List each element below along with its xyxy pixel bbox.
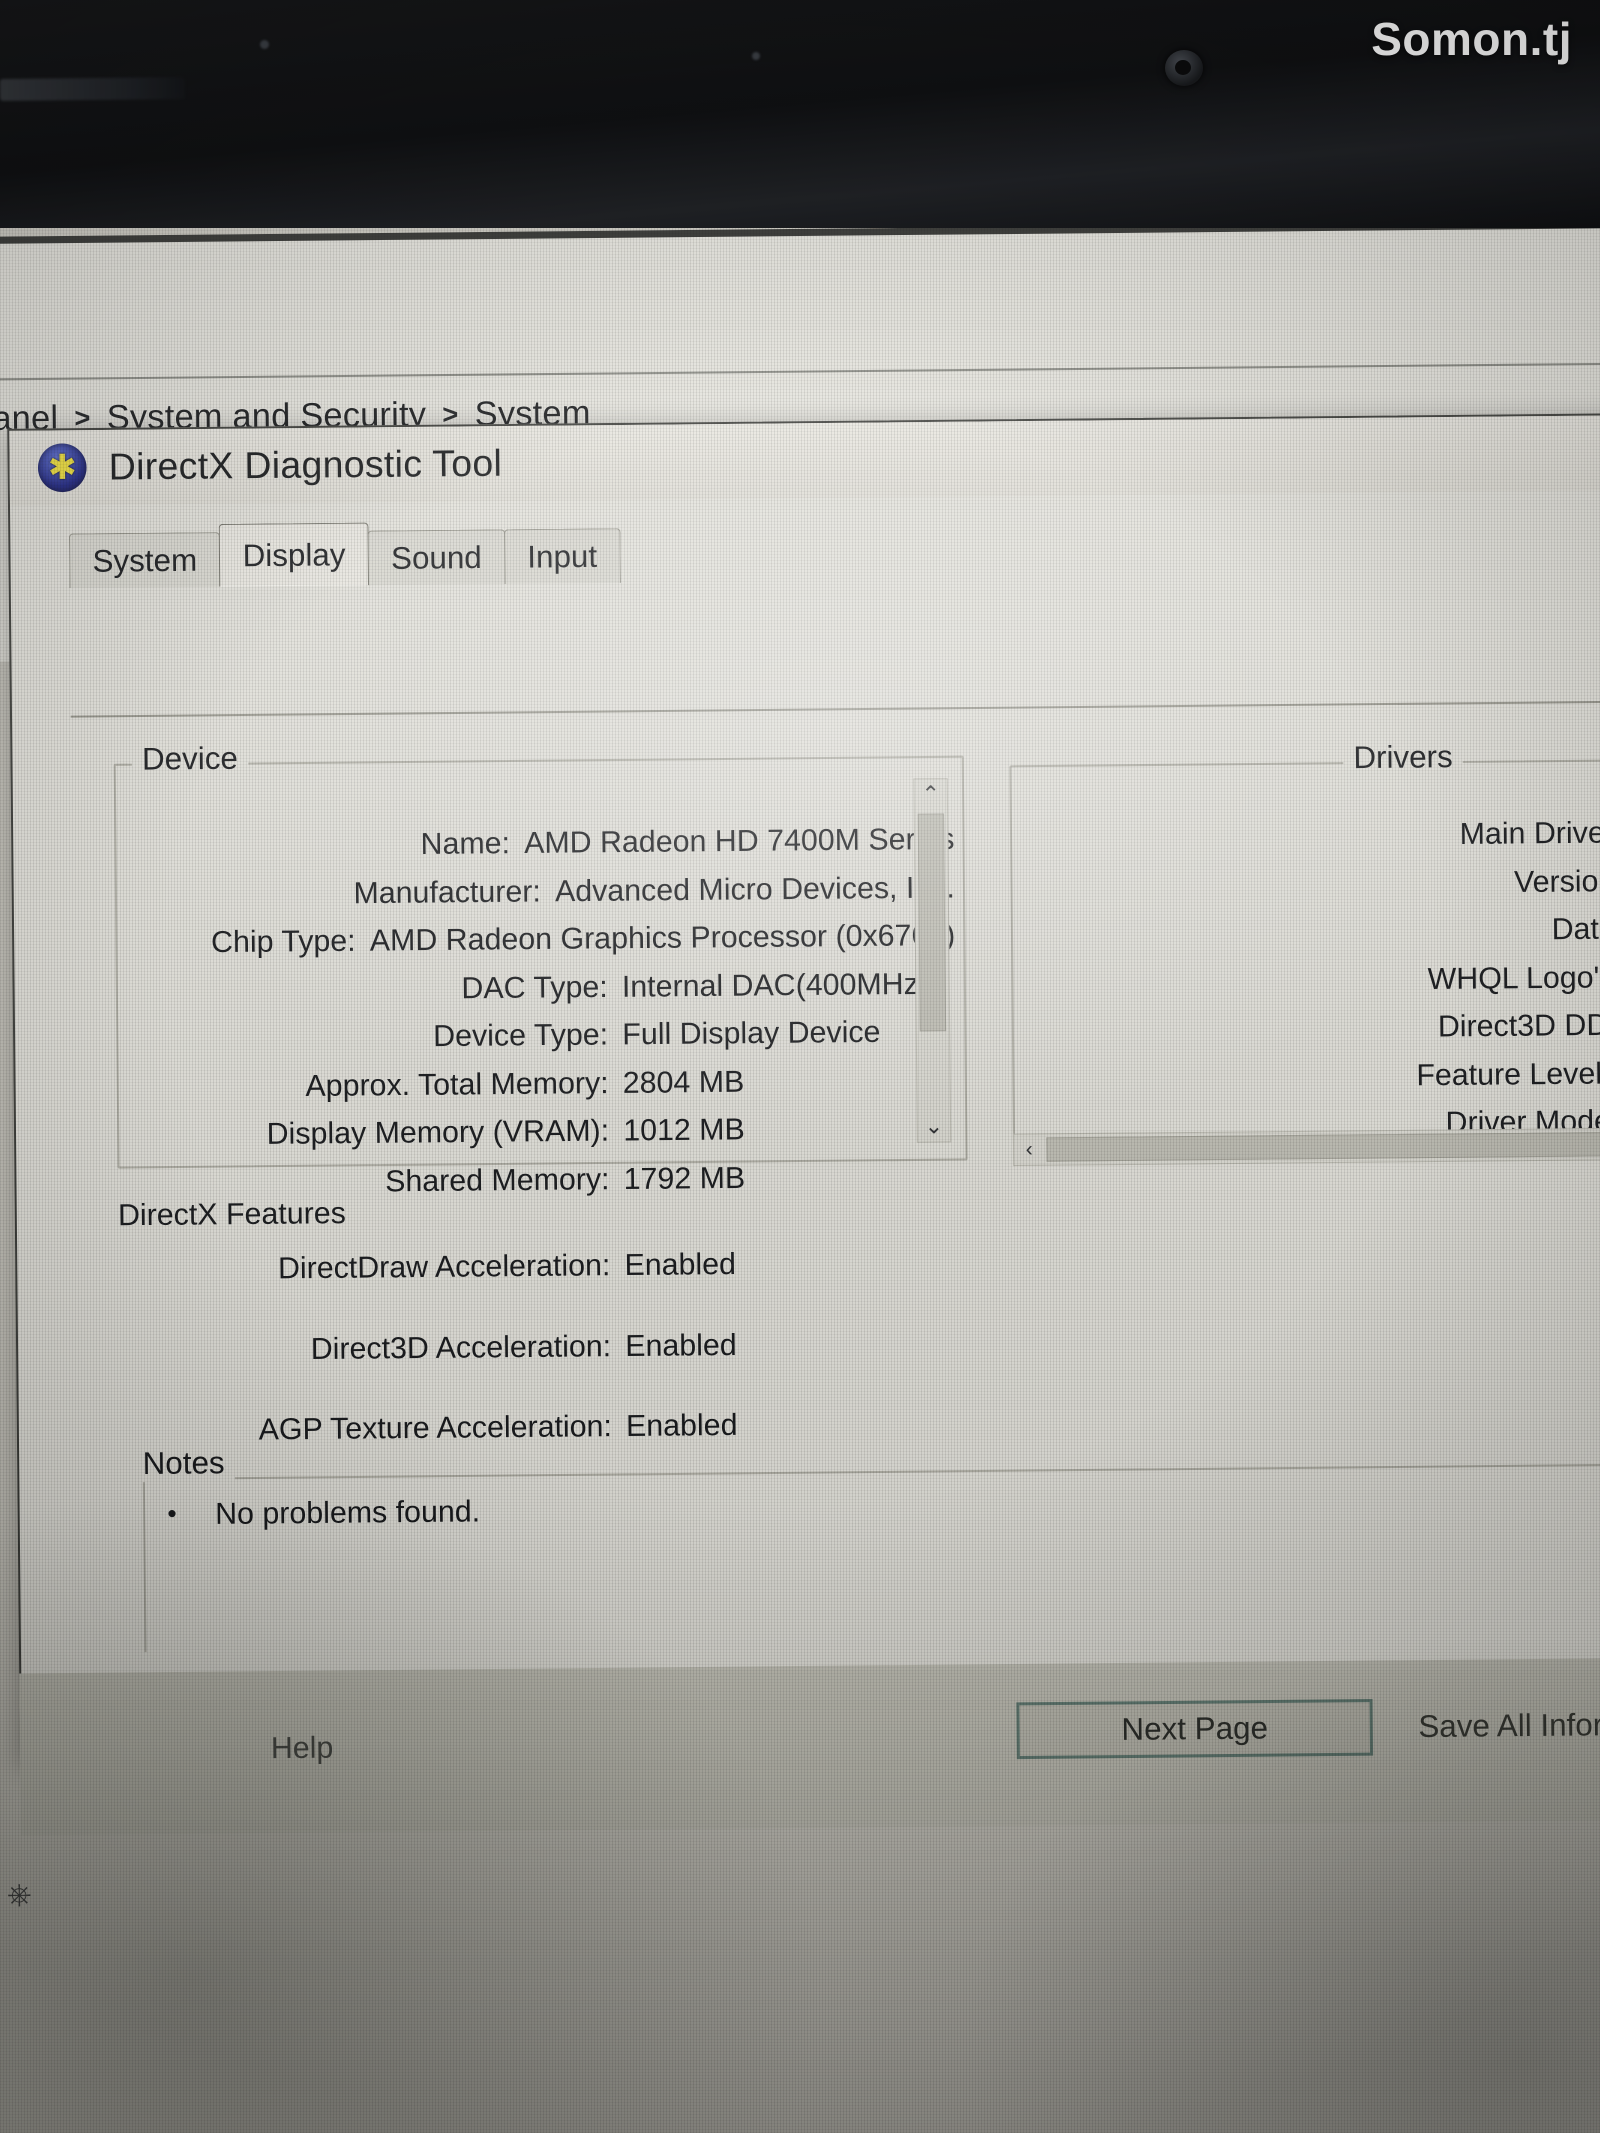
device-group: Device Name: AMD Radeon HD 7400M Series … bbox=[113, 740, 968, 1198]
next-page-button[interactable]: Next Page bbox=[1016, 1699, 1374, 1760]
device-value-device-type: Full Display Device bbox=[622, 1015, 881, 1052]
device-row-display-memory: Display Memory (VRAM): 1012 MB bbox=[117, 1109, 957, 1155]
feature-label-direct3d: Direct3D Acceleration: bbox=[310, 1329, 612, 1366]
device-label-device-type: Device Type: bbox=[433, 1018, 609, 1054]
device-row-chip-type: Chip Type: AMD Radeon Graphics Processor… bbox=[115, 917, 956, 963]
scroll-thumb[interactable] bbox=[1046, 1130, 1600, 1162]
device-row-total-memory: Approx. Total Memory: 2804 MB bbox=[117, 1061, 957, 1107]
tab-underline bbox=[70, 700, 1600, 718]
notes-group: Notes • No problems found. bbox=[128, 1437, 1600, 1653]
feature-row-agp-texture: AGP Texture Acceleration: Enabled bbox=[120, 1404, 970, 1450]
device-value-shared-memory: 1792 MB bbox=[623, 1161, 746, 1196]
laptop-screen: RYZEN ol Panel > System and Security > S… bbox=[0, 228, 1600, 2133]
driver-row-main-driver: Main Driver: bbox=[1010, 813, 1600, 858]
driver-row-date: Date: bbox=[1011, 909, 1600, 954]
laptop-photo: RYZEN ol Panel > System and Security > S… bbox=[0, 0, 1600, 2133]
driver-label-d3d-ddi: Direct3D DDI: bbox=[1437, 1008, 1600, 1044]
feature-row-direct3d: Direct3D Acceleration: Enabled bbox=[119, 1324, 969, 1370]
device-label-display-memory: Display Memory (VRAM): bbox=[266, 1114, 610, 1151]
device-group-label: Device bbox=[131, 740, 249, 778]
device-row-device-type: Device Type: Full Display Device bbox=[116, 1013, 956, 1059]
directx-diagnostic-dialog: ✱ DirectX Diagnostic Tool System Display… bbox=[7, 412, 1600, 1765]
tab-system[interactable]: System bbox=[68, 532, 221, 589]
site-watermark: Somon.tj bbox=[1371, 13, 1572, 65]
notes-group-label: Notes bbox=[132, 1444, 235, 1483]
power-icon: ⎈ bbox=[6, 1877, 32, 1912]
driver-row-whql: WHQL Logo'd: bbox=[1011, 957, 1600, 1002]
driver-label-whql: WHQL Logo'd: bbox=[1427, 960, 1600, 996]
bullet-icon: • bbox=[167, 1497, 177, 1529]
webcam-lens-icon bbox=[1175, 60, 1191, 75]
drivers-group-label: Drivers bbox=[1343, 738, 1464, 777]
device-label-chip-type: Chip Type: bbox=[210, 924, 356, 960]
tab-input-label: Input bbox=[527, 538, 598, 575]
next-page-button-label: Next Page bbox=[1121, 1710, 1269, 1747]
tab-sound[interactable]: Sound bbox=[367, 529, 506, 586]
driver-row-version: Version: bbox=[1010, 861, 1600, 906]
feature-value-directdraw: Enabled bbox=[624, 1247, 737, 1283]
laptop-bezel bbox=[0, 0, 1600, 245]
device-label-total-memory: Approx. Total Memory: bbox=[305, 1066, 609, 1103]
bezel-dot bbox=[260, 40, 269, 49]
dialog-title-bar[interactable]: ✱ DirectX Diagnostic Tool bbox=[9, 414, 1600, 506]
drivers-horizontal-scrollbar[interactable]: ‹ bbox=[1012, 1126, 1600, 1167]
device-label-dac-type: DAC Type: bbox=[461, 970, 608, 1005]
directx-features-title: DirectX Features bbox=[117, 1196, 346, 1233]
driver-label-version: Version: bbox=[1513, 864, 1600, 899]
driver-label-date: Date: bbox=[1551, 912, 1600, 947]
device-value-dac-type: Internal DAC(400MHz) bbox=[621, 967, 930, 1004]
device-rows: Name: AMD Radeon HD 7400M Series Manufac… bbox=[114, 821, 958, 1214]
feature-value-agp-texture: Enabled bbox=[625, 1408, 738, 1444]
driver-rows: Main Driver: Version: Date: WHQL Logo'd:… bbox=[1010, 813, 1600, 1157]
device-value-chip-type: AMD Radeon Graphics Processor (0x6760) bbox=[369, 918, 956, 958]
device-label-shared-memory: Shared Memory: bbox=[384, 1162, 610, 1198]
device-value-name: AMD Radeon HD 7400M Series bbox=[523, 822, 955, 861]
notes-list: • No problems found. bbox=[167, 1495, 480, 1532]
device-value-manufacturer: Advanced Micro Devices, Inc. bbox=[554, 870, 956, 908]
device-row-manufacturer: Manufacturer: Advanced Micro Devices, In… bbox=[115, 869, 955, 915]
driver-label-main-driver: Main Driver: bbox=[1459, 816, 1600, 852]
device-vertical-scrollbar[interactable]: ⌃ ⌄ bbox=[913, 778, 952, 1143]
dialog-button-bar: Help Next Page Save All Informa bbox=[19, 1657, 1600, 1836]
bezel-dot bbox=[752, 52, 760, 60]
scroll-up-icon[interactable]: ⌃ bbox=[914, 779, 947, 810]
feature-label-directdraw: DirectDraw Acceleration: bbox=[277, 1248, 611, 1286]
feature-row-directdraw: DirectDraw Acceleration: Enabled bbox=[118, 1243, 968, 1289]
device-row-dac-type: DAC Type: Internal DAC(400MHz) bbox=[116, 965, 956, 1011]
device-value-display-memory: 1012 MB bbox=[623, 1112, 745, 1148]
help-button[interactable]: Help bbox=[271, 1731, 334, 1766]
feature-label-agp-texture: AGP Texture Acceleration: bbox=[258, 1409, 613, 1447]
scroll-down-icon[interactable]: ⌄ bbox=[918, 1111, 951, 1142]
notes-item: No problems found. bbox=[214, 1495, 481, 1531]
driver-label-feature-levels: Feature Levels: bbox=[1416, 1056, 1600, 1092]
tab-system-label: System bbox=[92, 541, 198, 579]
device-value-total-memory: 2804 MB bbox=[622, 1064, 745, 1100]
tab-input[interactable]: Input bbox=[503, 528, 621, 584]
device-row-name: Name: AMD Radeon HD 7400M Series bbox=[114, 821, 954, 867]
device-label-manufacturer: Manufacturer: bbox=[353, 874, 541, 910]
scroll-thumb[interactable] bbox=[917, 813, 947, 1032]
scroll-left-icon[interactable]: ‹ bbox=[1014, 1137, 1045, 1162]
drivers-group: Drivers Main Driver: Version: Date: WHQL… bbox=[1009, 738, 1600, 1167]
device-label-name: Name: bbox=[420, 826, 511, 862]
device-row-shared-memory: Shared Memory: 1792 MB bbox=[118, 1157, 958, 1203]
save-all-information-button[interactable]: Save All Informa bbox=[1418, 1706, 1600, 1745]
notes-box: • No problems found. bbox=[142, 1462, 1600, 1653]
directx-icon: ✱ bbox=[37, 443, 87, 493]
dialog-title: DirectX Diagnostic Tool bbox=[108, 442, 503, 488]
driver-row-feature-levels: Feature Levels: bbox=[1012, 1053, 1600, 1098]
driver-row-d3d-ddi: Direct3D DDI: bbox=[1012, 1005, 1600, 1050]
bezel-highlight bbox=[0, 77, 186, 101]
tab-sound-label: Sound bbox=[390, 539, 482, 576]
feature-value-direct3d: Enabled bbox=[625, 1328, 737, 1363]
